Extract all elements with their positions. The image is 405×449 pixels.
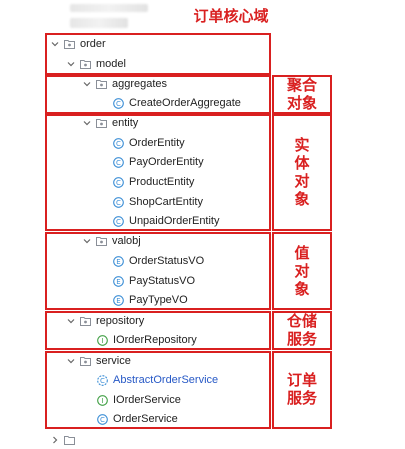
tree-node-service[interactable]: service bbox=[66, 352, 131, 370]
svg-text:I: I bbox=[101, 397, 103, 405]
tree-node-entity[interactable]: entity bbox=[82, 114, 138, 132]
tree-node-create-order-aggregate[interactable]: C CreateOrderAggregate bbox=[113, 94, 241, 112]
chevron-down-icon[interactable] bbox=[82, 118, 92, 128]
svg-text:C: C bbox=[100, 377, 105, 385]
package-folder-icon bbox=[64, 39, 75, 50]
blurred-path-top bbox=[70, 4, 148, 12]
service-annotation: 订单 服务 bbox=[286, 372, 317, 407]
repository-annotation: 仓储 服务 bbox=[286, 313, 317, 348]
package-folder-icon bbox=[64, 435, 75, 446]
tree-node-order-status-vo[interactable]: E OrderStatusVO bbox=[113, 252, 204, 270]
svg-text:C: C bbox=[116, 159, 121, 167]
svg-text:E: E bbox=[116, 258, 120, 266]
abstract-class-icon: C bbox=[97, 374, 108, 386]
class-icon: C bbox=[113, 156, 124, 168]
package-folder-icon bbox=[96, 79, 107, 90]
package-folder-icon bbox=[80, 356, 91, 367]
svg-text:C: C bbox=[116, 199, 121, 207]
package-folder-icon bbox=[80, 59, 91, 70]
tree-node-order-service[interactable]: C OrderService bbox=[97, 410, 178, 428]
enum-icon: E bbox=[113, 275, 124, 287]
core-domain-label: 订单核心域 bbox=[193, 8, 269, 25]
tree-node-product-entity[interactable]: C ProductEntity bbox=[113, 173, 194, 191]
tree-node-i-order-repository[interactable]: I IOrderRepository bbox=[97, 331, 197, 349]
entity-annotation: 实 体 对 象 bbox=[294, 137, 310, 208]
svg-text:C: C bbox=[116, 179, 121, 187]
enum-icon: E bbox=[113, 255, 124, 267]
tree-node-pay-status-vo[interactable]: E PayStatusVO bbox=[113, 272, 195, 290]
svg-text:E: E bbox=[116, 297, 120, 305]
svg-text:E: E bbox=[116, 278, 120, 286]
class-icon: C bbox=[113, 97, 124, 109]
interface-icon: I bbox=[97, 394, 108, 406]
svg-text:C: C bbox=[116, 100, 121, 108]
tree-node-aggregates[interactable]: aggregates bbox=[82, 75, 167, 93]
tree-node-order[interactable]: order bbox=[50, 35, 106, 53]
value-object-annotation: 值 对 象 bbox=[294, 245, 310, 298]
tree-node-order-entity[interactable]: C OrderEntity bbox=[113, 134, 185, 152]
package-folder-icon bbox=[96, 236, 107, 247]
svg-text:C: C bbox=[116, 218, 121, 226]
chevron-down-icon[interactable] bbox=[66, 356, 76, 366]
package-folder-icon bbox=[80, 316, 91, 327]
enum-icon: E bbox=[113, 294, 124, 306]
tree-node-cut-off bbox=[50, 431, 80, 449]
svg-text:C: C bbox=[116, 140, 121, 148]
chevron-down-icon[interactable] bbox=[50, 39, 60, 49]
chevron-down-icon[interactable] bbox=[82, 236, 92, 246]
class-icon: C bbox=[113, 176, 124, 188]
svg-text:I: I bbox=[101, 337, 103, 345]
tree-node-i-order-service[interactable]: I IOrderService bbox=[97, 391, 181, 409]
class-icon: C bbox=[113, 196, 124, 208]
tree-node-unpaid-order-entity[interactable]: C UnpaidOrderEntity bbox=[113, 212, 220, 230]
svg-text:C: C bbox=[100, 416, 105, 424]
chevron-right-icon bbox=[50, 435, 60, 445]
class-icon: C bbox=[113, 215, 124, 227]
class-icon: C bbox=[97, 413, 108, 425]
blurred-path-second bbox=[70, 18, 128, 28]
tree-node-pay-type-vo[interactable]: E PayTypeVO bbox=[113, 291, 188, 309]
class-icon: C bbox=[113, 137, 124, 149]
chevron-down-icon[interactable] bbox=[82, 79, 92, 89]
tree-node-repository[interactable]: repository bbox=[66, 312, 144, 330]
tree-node-model[interactable]: model bbox=[66, 55, 126, 73]
package-folder-icon bbox=[96, 118, 107, 129]
interface-icon: I bbox=[97, 334, 108, 346]
tree-node-abstract-order-service[interactable]: C AbstractOrderService bbox=[97, 371, 218, 389]
tree-node-shop-cart-entity[interactable]: C ShopCartEntity bbox=[113, 193, 203, 211]
tree-node-valobj[interactable]: valobj bbox=[82, 232, 141, 250]
chevron-down-icon[interactable] bbox=[66, 316, 76, 326]
tree-node-pay-order-entity[interactable]: C PayOrderEntity bbox=[113, 153, 204, 171]
aggregate-annotation: 聚合 对象 bbox=[286, 77, 317, 112]
chevron-down-icon[interactable] bbox=[66, 59, 76, 69]
